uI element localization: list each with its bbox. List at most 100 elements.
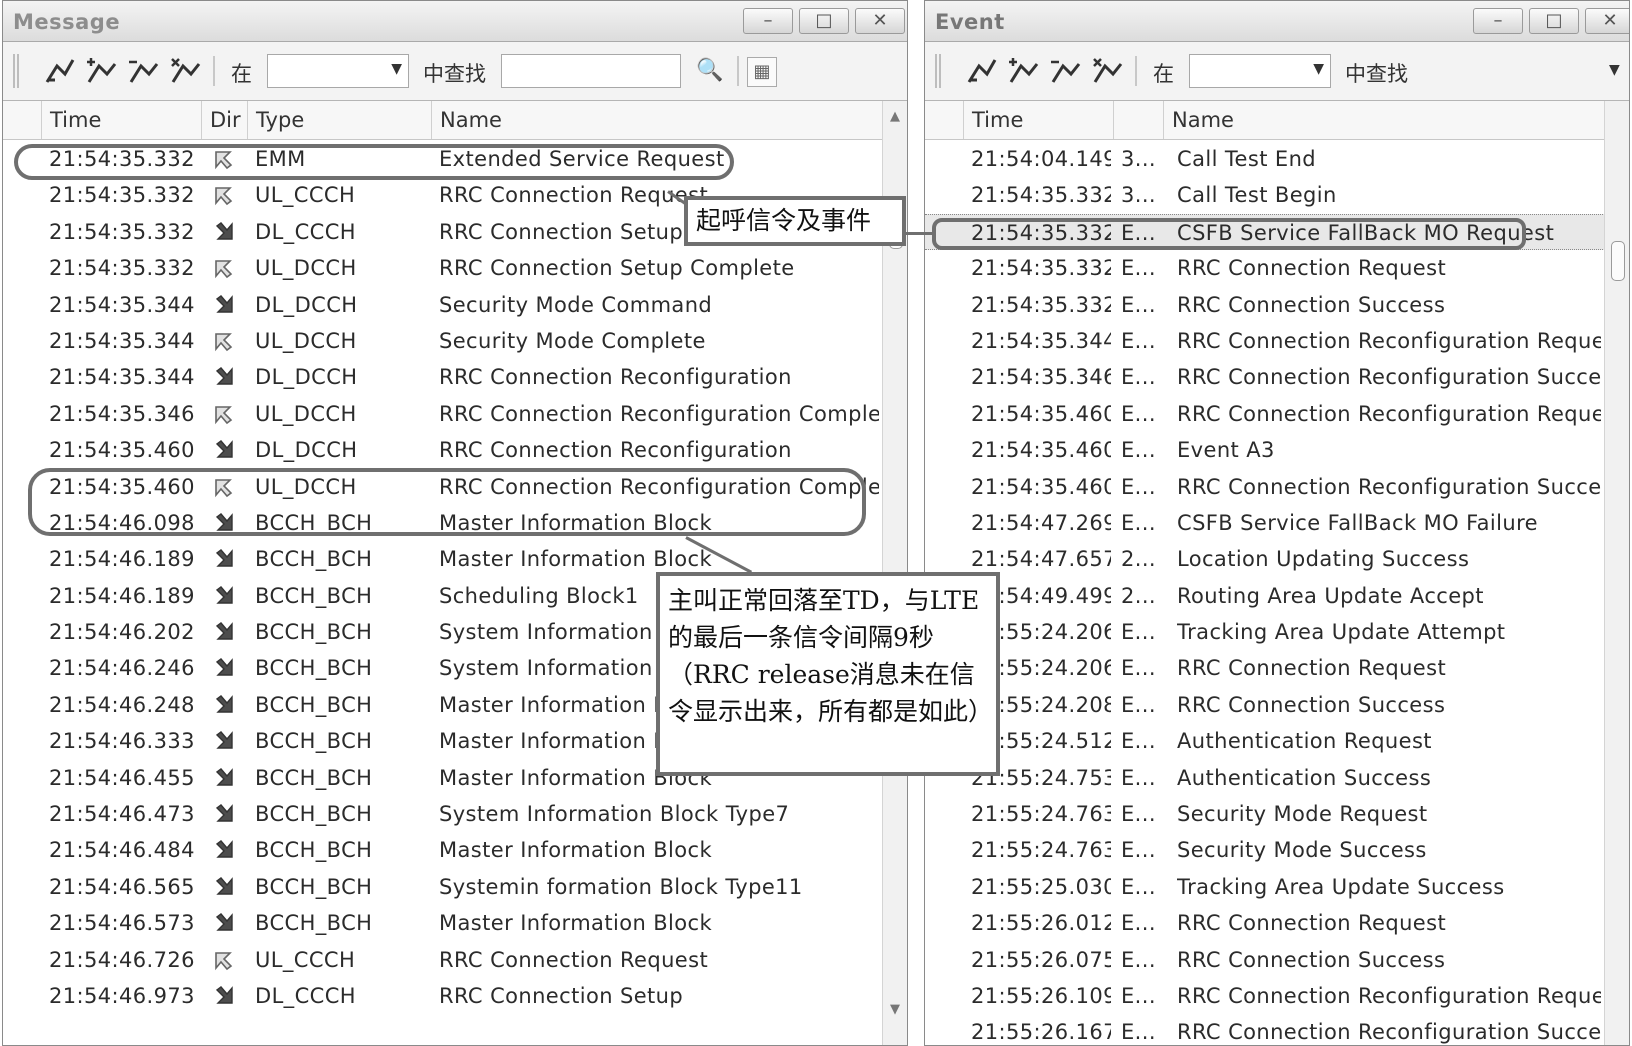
downlink-arrow-icon <box>215 840 233 859</box>
filter-icon[interactable] <box>965 56 999 86</box>
event-row[interactable]: 21:54:47.657 2... Location Updating Succes… <box>925 541 1605 577</box>
event-row[interactable]: 21:54:35.460 E... Event A3 <box>925 432 1605 468</box>
message-row[interactable]: 21:54:46.573 BCCH_BCH Master Information B… <box>3 905 883 941</box>
message-row[interactable]: 21:54:35.460 UL_DCCH RRC Connection Reconf… <box>3 469 883 505</box>
event-category: E... <box>1121 692 1156 717</box>
event-row[interactable]: 21:54:35.332 E... RRC Connection Request <box>925 250 1605 286</box>
filter-clear-icon[interactable] <box>169 56 203 86</box>
message-time: 21:54:46.246 <box>49 656 195 681</box>
event-row[interactable]: 21:55:26.167 E... RRC Connection Reconfigu… <box>925 1014 1605 1045</box>
message-time: 21:54:46.202 <box>49 620 195 645</box>
column-header-type[interactable] <box>1113 101 1163 139</box>
event-row[interactable]: 21:55:24.512 E... Authentication Request <box>925 723 1605 759</box>
message-row[interactable]: 21:54:46.098 BCCH_BCH Master Information B… <box>3 505 883 541</box>
event-row[interactable]: 21:54:35.332 3... Call Test Begin <box>925 177 1605 213</box>
toolbar-separator <box>1135 56 1137 86</box>
event-row[interactable]: 21:55:26.075 E... RRC Connection Success <box>925 942 1605 978</box>
event-row[interactable]: 21:54:49.499 2... Routing Area Update Acce… <box>925 578 1605 614</box>
event-category: E... <box>1121 983 1156 1008</box>
message-time: 21:54:46.484 <box>49 838 195 863</box>
chevron-down-icon[interactable]: ▼ <box>1313 61 1324 77</box>
event-category: 2... <box>1121 547 1156 572</box>
event-row[interactable]: 21:54:47.269 E... CSFB Service FallBack MO… <box>925 505 1605 541</box>
event-time: 21:54:35.460 <box>971 401 1111 426</box>
event-row[interactable]: 21:55:26.109 E... RRC Connection Reconfigu… <box>925 978 1605 1014</box>
event-row[interactable]: 21:55:24.206 E... Tracking Area Update Att… <box>925 614 1605 650</box>
column-combo[interactable]: ▼ <box>1189 54 1331 88</box>
message-row[interactable]: 21:54:35.344 DL_DCCH RRC Connection Reconf… <box>3 359 883 395</box>
event-time: 21:54:35.332 <box>971 183 1111 208</box>
column-header-name[interactable]: Name <box>431 101 883 139</box>
event-row[interactable]: 21:54:35.460 E... RRC Connection Reconfigu… <box>925 469 1605 505</box>
message-row[interactable]: 21:54:46.973 DL_CCCH RRC Connection Setup <box>3 978 883 1014</box>
search-input[interactable] <box>501 54 681 88</box>
event-category: E... <box>1121 256 1156 281</box>
column-header-dir[interactable]: Dir <box>201 101 247 139</box>
event-row[interactable]: 21:55:24.208 E... RRC Connection Success <box>925 687 1605 723</box>
message-type: BCCH_BCH <box>255 510 373 535</box>
close-button[interactable]: ✕ <box>1585 8 1629 34</box>
magnifier-icon[interactable]: 🔍 <box>693 54 727 88</box>
event-category: E... <box>1121 474 1156 499</box>
message-type: BCCH_BCH <box>255 765 373 790</box>
scroll-down-icon[interactable]: ▼ <box>883 1002 907 1017</box>
event-row[interactable]: 21:54:35.332 E... RRC Connection Success <box>925 287 1605 323</box>
event-row[interactable]: 21:54:35.344 E... RRC Connection Reconfigu… <box>925 323 1605 359</box>
filter-clear-icon[interactable] <box>1091 56 1125 86</box>
export-icon[interactable]: ▦ <box>747 57 777 87</box>
event-row[interactable]: 21:55:24.753 E... Authentication Success <box>925 760 1605 796</box>
filter-icon[interactable] <box>43 56 77 86</box>
event-scrollbar[interactable] <box>1604 101 1629 1045</box>
event-row[interactable]: 21:55:24.763 E... Security Mode Success <box>925 832 1605 868</box>
event-row[interactable]: 21:54:35.346 E... RRC Connection Reconfigu… <box>925 359 1605 395</box>
column-combo[interactable]: ▼ <box>267 54 409 88</box>
event-row[interactable]: 21:55:24.763 E... Security Mode Request <box>925 796 1605 832</box>
column-header-name[interactable]: Name <box>1163 101 1605 139</box>
message-row[interactable]: 21:54:35.332 UL_DCCH RRC Connection Setup … <box>3 250 883 286</box>
event-name: Authentication Success <box>1177 765 1432 790</box>
filter-minus-icon[interactable] <box>127 56 161 86</box>
message-row[interactable]: 21:54:46.473 BCCH_BCH System Information B… <box>3 796 883 832</box>
message-time: 21:54:46.189 <box>49 547 195 572</box>
message-row[interactable]: 21:54:35.344 UL_DCCH Security Mode Complet… <box>3 323 883 359</box>
minimize-button[interactable]: – <box>743 8 793 34</box>
downlink-arrow-icon <box>215 804 233 822</box>
event-row[interactable]: 21:54:35.460 E... RRC Connection Reconfigu… <box>925 396 1605 432</box>
filter-plus-icon[interactable] <box>1007 56 1041 86</box>
column-header-time[interactable]: Time <box>963 101 1113 139</box>
event-time: 21:54:35.332 <box>971 220 1111 245</box>
maximize-button[interactable]: □ <box>1529 8 1579 34</box>
column-header-time[interactable]: Time <box>41 101 201 139</box>
message-row[interactable]: 21:54:35.460 DL_DCCH RRC Connection Reconf… <box>3 432 883 468</box>
message-row[interactable]: 21:54:35.346 UL_DCCH RRC Connection Reconf… <box>3 396 883 432</box>
event-row[interactable]: 21:54:35.332 E... CSFB Service FallBack MO… <box>925 213 1605 251</box>
filter-plus-icon[interactable] <box>85 56 119 86</box>
close-button[interactable]: ✕ <box>855 8 905 34</box>
downlink-arrow-icon <box>215 549 233 567</box>
event-row[interactable]: 21:55:24.206 E... RRC Connection Request <box>925 650 1605 686</box>
toolbar-overflow-icon[interactable]: ▼ <box>1609 62 1620 78</box>
message-row[interactable]: 21:54:35.332 EMM Extended Service Request <box>3 141 883 177</box>
event-row[interactable]: 21:54:04.149 3... Call Test End <box>925 141 1605 177</box>
message-row[interactable]: 21:54:46.484 BCCH_BCH Master Information B… <box>3 832 883 868</box>
event-category: E... <box>1121 765 1156 790</box>
scrollbar-thumb[interactable] <box>1611 241 1625 281</box>
column-header-type[interactable]: Type <box>247 101 431 139</box>
message-name: Master Information Block <box>439 510 713 535</box>
event-row[interactable]: 21:55:25.030 E... Tracking Area Update Suc… <box>925 869 1605 905</box>
message-type: BCCH_BCH <box>255 656 373 681</box>
uplink-arrow-icon <box>215 260 233 279</box>
maximize-button[interactable]: □ <box>799 8 849 34</box>
event-row[interactable]: 21:55:26.012 E... RRC Connection Request <box>925 905 1605 941</box>
message-row[interactable]: 21:54:46.565 BCCH_BCH Systemin formation B… <box>3 869 883 905</box>
chevron-down-icon[interactable]: ▼ <box>391 61 402 77</box>
filter-minus-icon[interactable] <box>1049 56 1083 86</box>
toolbar-grip[interactable] <box>935 54 941 88</box>
scroll-up-icon[interactable]: ▲ <box>883 109 907 124</box>
minimize-button[interactable]: – <box>1473 8 1523 34</box>
message-row[interactable]: 21:54:35.344 DL_DCCH Security Mode Command <box>3 287 883 323</box>
event-name: RRC Connection Success <box>1177 947 1446 972</box>
toolbar-grip[interactable] <box>13 54 19 88</box>
message-time: 21:54:46.573 <box>49 911 195 936</box>
message-row[interactable]: 21:54:46.726 UL_CCCH RRC Connection Reques… <box>3 942 883 978</box>
